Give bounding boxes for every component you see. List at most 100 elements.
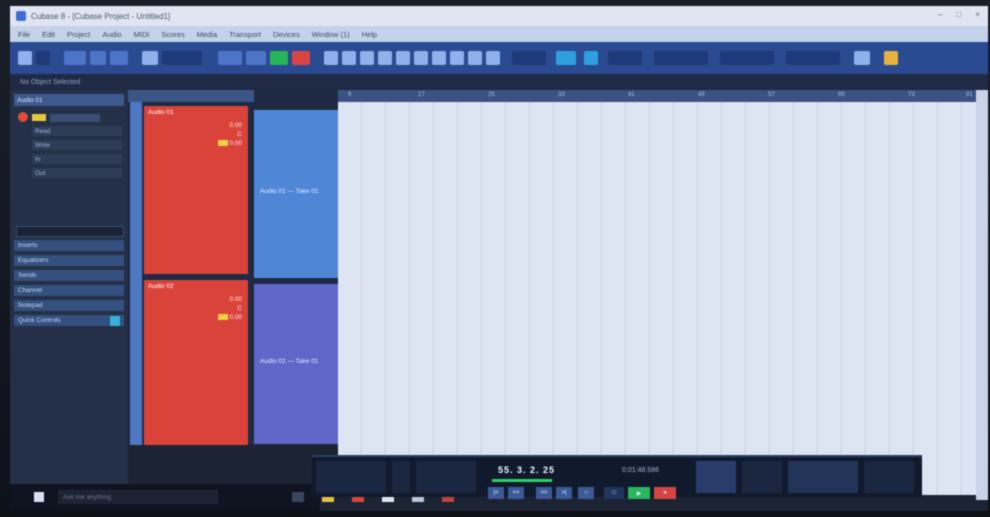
auto-scroll-button[interactable] [110, 51, 128, 65]
track-row-1[interactable]: Audio 01 0.00 C 0.00 [144, 106, 248, 274]
track-volume[interactable]: 0.00 [229, 122, 242, 129]
transport-sync-section[interactable] [742, 461, 782, 493]
inspector-in-field[interactable]: In [32, 154, 122, 164]
inspector-section-quick-controls[interactable]: Quick Controls [14, 315, 124, 326]
arrange-area[interactable] [338, 102, 976, 495]
track-pan[interactable]: C [237, 131, 242, 138]
automation-mode-button[interactable] [142, 51, 158, 65]
transport-mode-section[interactable] [392, 461, 410, 493]
menu-help[interactable]: Help [362, 30, 377, 39]
menu-midi[interactable]: MIDI [134, 30, 150, 39]
menu-transport[interactable]: Transport [229, 30, 261, 39]
media-bay-button[interactable] [854, 51, 870, 65]
transport-position-display[interactable]: 55. 3. 2. 25 [498, 465, 555, 475]
window-controls: – □ × [938, 10, 980, 19]
inspector-section-channel[interactable]: Channel [14, 285, 124, 296]
window-title: Cubase 8 - [Cubase Project - Untitled1] [31, 11, 171, 21]
stop-toolbar-button[interactable] [246, 51, 266, 65]
erase-tool[interactable] [396, 51, 410, 65]
maximize-button[interactable]: □ [956, 10, 961, 19]
forward-button[interactable]: >> [536, 487, 552, 499]
rewind-button[interactable]: << [508, 487, 524, 499]
inspector-read-field[interactable]: Read [32, 126, 122, 136]
cycle-button[interactable] [90, 51, 106, 65]
stop-button[interactable]: □ [604, 487, 624, 499]
taskbar-search-input[interactable]: Ask me anything [58, 490, 218, 504]
menu-audio[interactable]: Audio [102, 30, 121, 39]
line-tool[interactable] [468, 51, 482, 65]
menu-scores[interactable]: Scores [161, 30, 184, 39]
inspector-section-notepad[interactable]: Notepad [14, 300, 124, 311]
track-name[interactable]: Audio 01 [148, 109, 174, 116]
info-toggle-button[interactable] [36, 51, 50, 65]
transport-tempo-section[interactable] [696, 461, 736, 493]
quantize-select[interactable] [654, 51, 708, 65]
clip-label: Audio 01 — Take 01 [260, 188, 319, 195]
task-view-icon[interactable] [292, 492, 304, 502]
track-row-2[interactable]: Audio 02 0.00 C 0.00 [144, 280, 248, 445]
go-to-start-button[interactable] [218, 51, 242, 65]
cubase-window: Cubase 8 - [Cubase Project - Untitled1] … [10, 6, 988, 511]
transport-time-display[interactable]: 0:01:48.586 [622, 467, 659, 474]
snap-to-zero-button[interactable] [584, 51, 598, 65]
timeline-ruler[interactable]: 1 9 17 25 33 41 49 57 65 73 81 [254, 90, 976, 102]
play-toolbar-button[interactable] [270, 51, 288, 65]
inspector-write-field[interactable]: Write [32, 140, 122, 150]
inspector-search-field[interactable] [16, 226, 124, 237]
monitor-chip-icon[interactable] [32, 114, 46, 121]
record-button[interactable]: ● [654, 487, 676, 499]
inspector-volume-slider[interactable] [50, 113, 100, 122]
grid-type-select[interactable] [608, 51, 642, 65]
play-button[interactable]: ▶ [628, 487, 650, 499]
windows-start-icon[interactable] [34, 492, 44, 502]
track-name[interactable]: Audio 02 [148, 283, 174, 290]
go-to-start-transport-button[interactable]: |< [488, 487, 504, 499]
zoom-tool[interactable] [414, 51, 428, 65]
close-button[interactable]: × [975, 10, 980, 19]
menu-window[interactable]: Window (1) [312, 30, 350, 39]
track-monitor-icon[interactable] [218, 314, 228, 320]
inspector-toggle-button[interactable] [18, 51, 32, 65]
project-setup-select[interactable] [786, 51, 840, 65]
record-toolbar-button[interactable] [292, 51, 310, 65]
color-select[interactable] [720, 51, 774, 65]
inspector-track-name: Audio 01 [17, 97, 43, 104]
inspector-section-equalizers[interactable]: Equalizers [14, 255, 124, 266]
audio-clip-1[interactable]: Audio 01 — Take 01 [254, 110, 338, 278]
glue-tool[interactable] [378, 51, 392, 65]
folder-icon[interactable] [884, 51, 898, 65]
automation-select[interactable] [162, 51, 202, 65]
menu-project[interactable]: Project [67, 30, 90, 39]
button-glyph: << [512, 490, 520, 496]
split-tool[interactable] [360, 51, 374, 65]
play-tool[interactable] [486, 51, 500, 65]
vertical-scrollbar[interactable] [976, 90, 988, 500]
mute-tool[interactable] [432, 51, 446, 65]
nudge-select[interactable] [512, 51, 546, 65]
record-enable-icon[interactable] [18, 112, 28, 122]
track-volume[interactable]: 0.00 [229, 296, 242, 303]
track-pan[interactable]: C [237, 305, 242, 312]
inspector-track-header[interactable]: Audio 01 [14, 94, 124, 106]
menu-devices[interactable]: Devices [273, 30, 300, 39]
transport-marker-section[interactable] [788, 461, 858, 493]
go-to-end-button[interactable]: >| [556, 487, 572, 499]
snap-button[interactable] [556, 51, 576, 65]
minimize-button[interactable]: – [938, 10, 942, 19]
toolbar [10, 42, 988, 74]
draw-tool[interactable] [450, 51, 464, 65]
ruler-mark: 25 [488, 92, 495, 98]
menu-file[interactable]: File [18, 30, 30, 39]
menu-edit[interactable]: Edit [42, 30, 55, 39]
inspector-section-inserts[interactable]: Inserts [14, 240, 124, 251]
track-monitor-icon[interactable] [218, 140, 228, 146]
menu-media[interactable]: Media [197, 30, 217, 39]
inspector-section-sends[interactable]: Sends [14, 270, 124, 281]
constrain-button[interactable] [64, 51, 86, 65]
audio-clip-2[interactable]: Audio 02 — Take 01 [254, 284, 338, 444]
cycle-transport-button[interactable]: ○ [578, 487, 594, 499]
inspector-out-field[interactable]: Out [32, 168, 122, 178]
object-select-tool[interactable] [324, 51, 338, 65]
ruler-mark: 57 [768, 92, 775, 98]
range-tool[interactable] [342, 51, 356, 65]
